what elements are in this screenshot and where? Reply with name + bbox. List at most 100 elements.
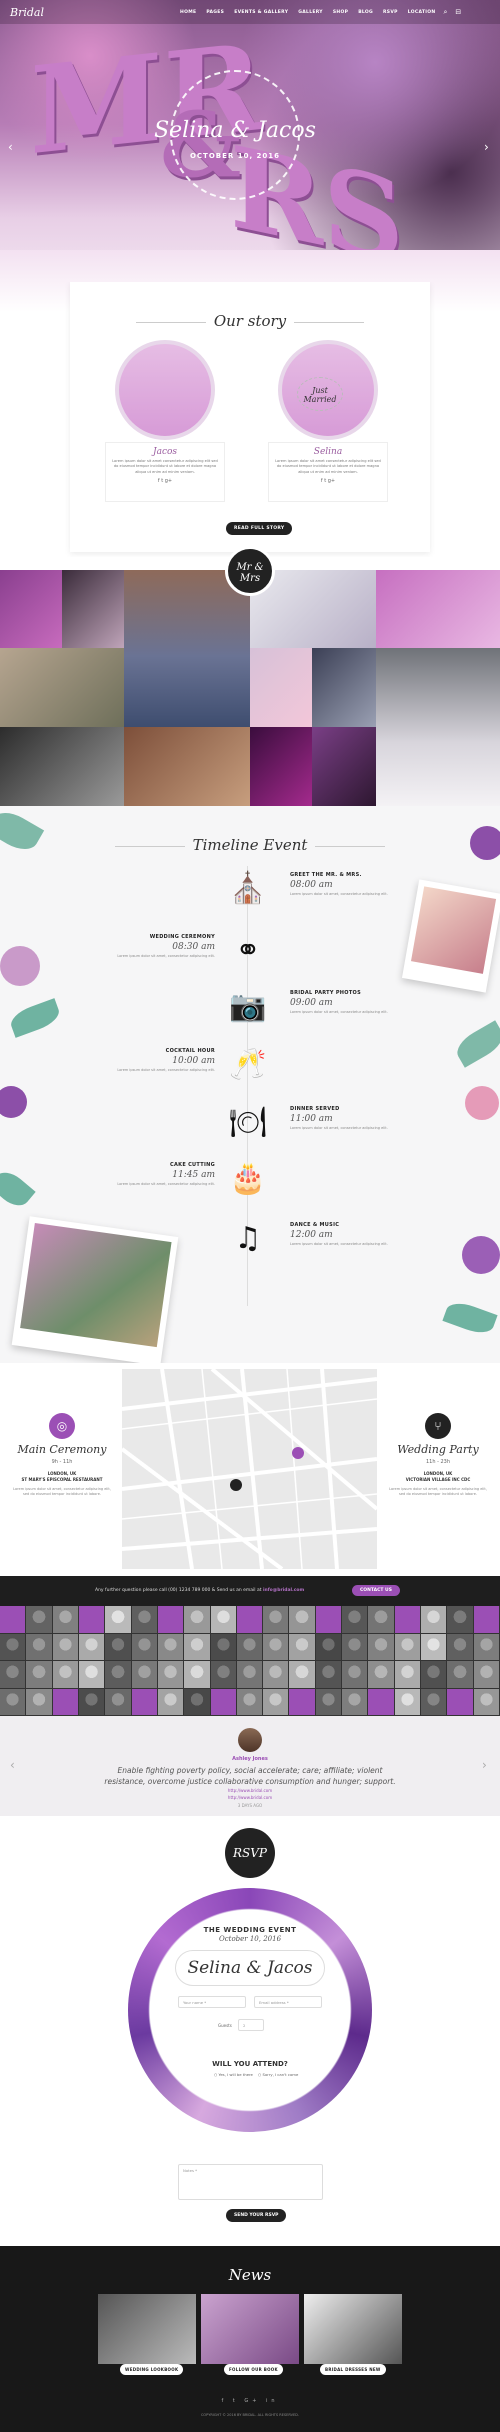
- guest-face-tile: [157, 1688, 184, 1715]
- rsvp-email-input[interactable]: Email address *: [254, 1996, 322, 2008]
- slider-prev-icon[interactable]: ‹: [10, 1758, 15, 1772]
- news-title: News: [228, 2266, 272, 2284]
- rsvp-option-yes[interactable]: ○ Yes, I will be there: [214, 2072, 253, 2077]
- guest-face-tile: [105, 1606, 131, 1633]
- rsvp-section: RSVP THE WEDDING EVENT October 10, 2016 …: [0, 1816, 500, 2246]
- guest-face-tile: [473, 1661, 499, 1688]
- nav-item-rsvp[interactable]: RSVP: [383, 10, 398, 15]
- gallery-photo[interactable]: [312, 648, 376, 727]
- leaf-decoration: [442, 1298, 498, 1338]
- footer-social-icons[interactable]: f t G+ in: [0, 2398, 500, 2404]
- nav-item-shop[interactable]: SHOP: [333, 10, 348, 15]
- news-caption[interactable]: FOLLOW OUR BOOK: [224, 2364, 283, 2375]
- nav-item-events[interactable]: EVENTS & GALLERY: [234, 10, 288, 15]
- party-location: ⑂ Wedding Party 11h - 23h LONDON, UK VIC…: [388, 1413, 488, 1498]
- slider-next-icon[interactable]: ›: [484, 140, 489, 154]
- guest-face-tile: [131, 1606, 157, 1633]
- location-map[interactable]: [120, 1367, 379, 1571]
- rings-icon: ⚭: [235, 933, 261, 968]
- guest-face-tile: [394, 1606, 421, 1633]
- story-title: Our story: [70, 312, 430, 330]
- flower-decoration: [0, 1086, 27, 1118]
- contact-bar: Any further question please call (00) 12…: [0, 1576, 500, 1606]
- map-pin-icon[interactable]: [292, 1447, 304, 1459]
- map-pin-icon[interactable]: [230, 1479, 242, 1491]
- slider-prev-icon[interactable]: ‹: [8, 140, 13, 154]
- ceremony-title: Main Ceremony: [17, 1443, 107, 1456]
- search-icon[interactable]: ⌕: [443, 8, 447, 17]
- gallery-photo[interactable]: [62, 570, 124, 648]
- guest-face-tile: [236, 1606, 263, 1633]
- nav-item-gallery[interactable]: GALLERY: [298, 10, 323, 15]
- hero-couple-names: Selina & Jacos: [154, 118, 316, 143]
- groom-social-icons[interactable]: f t g+: [112, 478, 218, 484]
- cart-icon[interactable]: ⊟: [455, 8, 461, 16]
- news-image[interactable]: [304, 2294, 402, 2364]
- gallery-photo[interactable]: [0, 648, 124, 727]
- timeline-title: Timeline Event: [0, 836, 500, 854]
- guest-face-tile: [473, 1633, 499, 1660]
- contact-us-button[interactable]: CONTACT US: [352, 1585, 400, 1596]
- timeline-event: DANCE & MUSIC 12:00 am Lorem ipsum dolor…: [290, 1222, 400, 1247]
- gallery-photo[interactable]: [0, 570, 62, 648]
- nav-item-pages[interactable]: PAGES: [206, 10, 224, 15]
- gallery-photo[interactable]: [376, 570, 500, 648]
- news-caption[interactable]: BRIDAL DRESSES NEW: [320, 2364, 386, 2375]
- guest-face-tile: [421, 1688, 447, 1715]
- guest-face-tile: [315, 1606, 342, 1633]
- timeline-event: BRIDAL PARTY PHOTOS 09:00 am Lorem ipsum…: [290, 990, 400, 1015]
- timeline-section: Timeline Event ⛪ GREET THE MR. & MRS. 08…: [0, 806, 500, 1363]
- contact-email-link[interactable]: info@bridal.com: [263, 1588, 304, 1593]
- nav-item-blog[interactable]: BLOG: [358, 10, 373, 15]
- slider-next-icon[interactable]: ›: [482, 1758, 487, 1772]
- guest-face-tile: [78, 1688, 105, 1715]
- event-title: GREET THE MR. & MRS.: [290, 872, 362, 878]
- guest-face-tile: [342, 1606, 368, 1633]
- rsvp-name-input[interactable]: Your name *: [178, 1996, 246, 2008]
- nav-item-location[interactable]: LOCATION: [408, 10, 436, 15]
- guest-face-tile: [368, 1661, 394, 1688]
- guest-face-tile: [157, 1633, 184, 1660]
- gallery-photo[interactable]: [124, 727, 250, 806]
- floral-wreath: [128, 1888, 372, 2132]
- news-image[interactable]: [98, 2294, 196, 2364]
- event-title: CAKE CUTTING: [170, 1162, 215, 1168]
- gallery-section: Mr & Mrs: [0, 546, 500, 806]
- timeline-event: WEDDING CEREMONY 08:30 am Lorem ipsum do…: [110, 934, 215, 959]
- guests-select[interactable]: 2: [238, 2019, 264, 2031]
- rsvp-option-no[interactable]: ○ Sorry, I can't come: [258, 2072, 298, 2077]
- avatar: [238, 1728, 262, 1752]
- guest-faces-grid: [0, 1606, 500, 1716]
- send-rsvp-button[interactable]: SEND YOUR RSVP: [226, 2209, 287, 2222]
- gallery-photo[interactable]: [124, 570, 250, 727]
- rsvp-message-textarea[interactable]: Notes *: [178, 2164, 323, 2200]
- gallery-photo[interactable]: [250, 727, 312, 806]
- guest-face-tile: [421, 1633, 447, 1660]
- bride-social-icons[interactable]: f t g+: [275, 478, 381, 484]
- guest-face-tile: [0, 1661, 26, 1688]
- party-address: LONDON, UK VICTORIAN VILLAGE INC CDC: [405, 1471, 471, 1482]
- gallery-photo[interactable]: [0, 727, 124, 806]
- bride-text: Lorem ipsum dolor sit amet consectetur a…: [275, 459, 381, 474]
- testimonial-quote: Enable fighting poverty policy, social a…: [104, 1766, 396, 1787]
- gallery-photo[interactable]: [250, 648, 312, 727]
- nav-item-home[interactable]: HOME: [180, 10, 196, 15]
- testimonial-link[interactable]: http://www.bridal.com: [0, 1788, 500, 1793]
- brand-logo[interactable]: Bridal: [10, 6, 100, 19]
- guest-face-tile: [342, 1633, 368, 1660]
- gallery-photo[interactable]: [376, 648, 500, 806]
- contact-text: Any further question please call (00) 12…: [95, 1588, 304, 1593]
- gallery-badge: Mr & Mrs: [225, 546, 275, 596]
- event-desc: Lorem ipsum dolor sit amet, consectetur …: [290, 1010, 388, 1014]
- gallery-photo[interactable]: [312, 727, 376, 806]
- testimonial-link[interactable]: http://www.bridal.com: [0, 1795, 500, 1800]
- rsvp-question: WILL YOU ATTEND?: [212, 2060, 288, 2068]
- guest-face-tile: [342, 1661, 368, 1688]
- news-caption[interactable]: WEDDING LOOKBOOK: [120, 2364, 184, 2375]
- event-time: 09:00 am: [290, 998, 333, 1008]
- read-full-story-button[interactable]: READ FULL STORY: [226, 522, 293, 535]
- testimonial-time: 3 DAYS AGO: [237, 1803, 263, 1808]
- event-desc: Lorem ipsum dolor sit amet, consectetur …: [117, 954, 215, 958]
- guest-face-tile: [157, 1606, 184, 1633]
- news-image[interactable]: [201, 2294, 299, 2364]
